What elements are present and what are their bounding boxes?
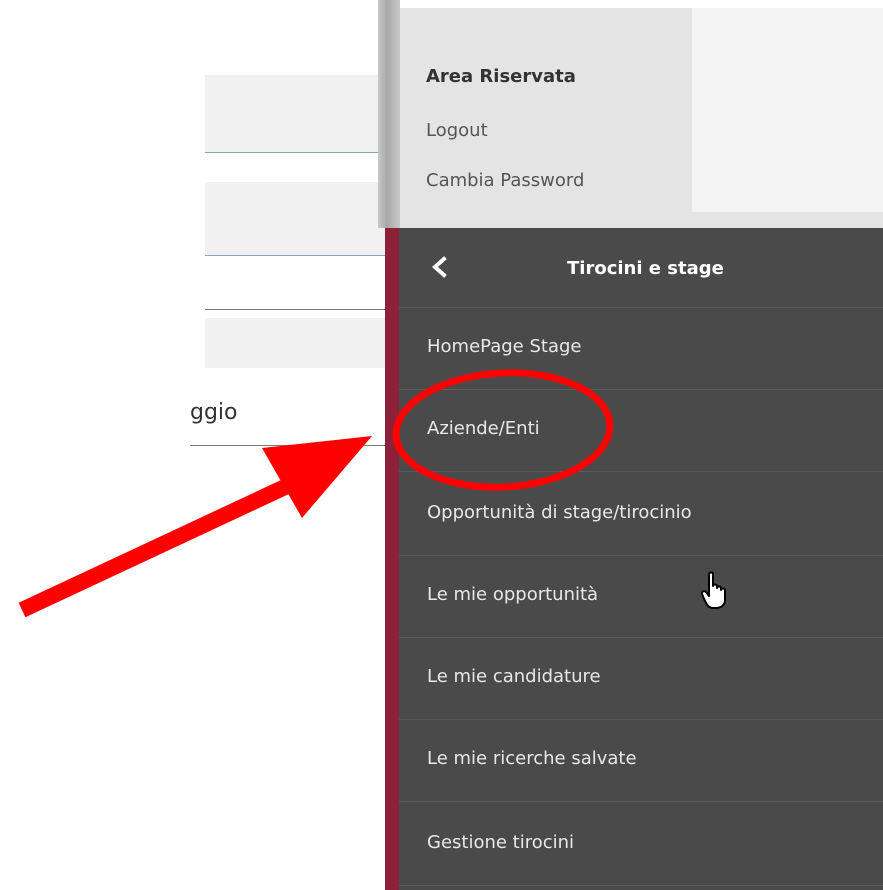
- panel-shadow: [378, 0, 400, 228]
- annotation-arrow: [18, 436, 372, 618]
- form-field-2[interactable]: [205, 182, 385, 256]
- user-box-right-strip: [692, 212, 883, 228]
- screenshot-stage: ggio Area Riservata Logout Cambia Passwo…: [0, 0, 883, 890]
- side-menu: Tirocini e stage HomePage Stage Aziende/…: [385, 228, 883, 890]
- form-field-1[interactable]: [205, 75, 385, 153]
- form-field-4[interactable]: [205, 318, 385, 368]
- menu-item-gestione-tirocini[interactable]: Gestione tirocini: [399, 804, 883, 886]
- form-field-3[interactable]: [205, 260, 385, 310]
- menu-item-mie-opportunita[interactable]: Le mie opportunità: [399, 556, 883, 638]
- menu-item-mie-ricerche-salvate[interactable]: Le mie ricerche salvate: [399, 720, 883, 802]
- chevron-left-icon[interactable]: [427, 254, 453, 280]
- user-box-title: Area Riservata: [426, 66, 576, 87]
- annotation-circle: [392, 369, 614, 491]
- menu-item-label: Opportunità di stage/tirocinio: [427, 502, 692, 523]
- menu-item-label: HomePage Stage: [427, 336, 582, 357]
- menu-item-label: Le mie opportunità: [427, 584, 599, 605]
- hand-cursor-icon: [700, 571, 726, 609]
- user-box: Area Riservata Logout Cambia Password: [400, 8, 692, 228]
- menu-header: Tirocini e stage: [399, 228, 883, 308]
- menu-item-label: Le mie candidature: [427, 666, 601, 687]
- menu-item-mie-candidature[interactable]: Le mie candidature: [399, 638, 883, 720]
- logout-link[interactable]: Logout: [426, 120, 488, 141]
- menu-item-label: Le mie ricerche salvate: [427, 748, 637, 769]
- menu-item-label: Gestione tirocini: [427, 832, 575, 853]
- change-password-link[interactable]: Cambia Password: [426, 170, 584, 191]
- user-box-right-panel: [692, 8, 883, 212]
- menu-title: Tirocini e stage: [567, 258, 724, 279]
